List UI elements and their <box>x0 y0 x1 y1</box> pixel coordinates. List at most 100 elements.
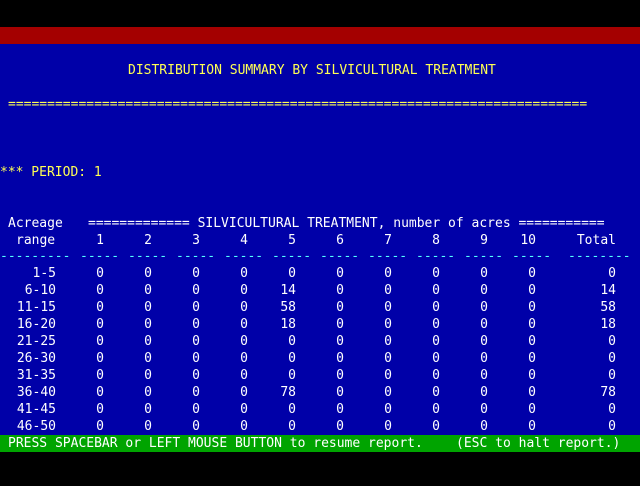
acres-value-cell: 0 <box>528 351 536 366</box>
acres-value-cell: 0 <box>480 385 488 400</box>
top-title-bar <box>0 27 640 44</box>
column-dashes: ----- <box>272 249 312 264</box>
acreage-range-cell: 21-25 <box>16 334 56 349</box>
column-header-2: 2 <box>144 233 152 248</box>
acres-value-cell: 0 <box>240 283 248 298</box>
acres-value-cell: 0 <box>192 419 200 434</box>
acres-value-cell: 0 <box>384 368 392 383</box>
acres-value-cell: 0 <box>144 283 152 298</box>
acreage-range-cell: 46-50 <box>16 419 56 434</box>
column-dashes: ----- <box>128 249 168 264</box>
acres-value-cell: 0 <box>608 402 616 417</box>
acres-value-cell: 0 <box>384 283 392 298</box>
range-header: range <box>16 233 56 248</box>
acres-value-cell: 0 <box>144 300 152 315</box>
acres-value-cell: 0 <box>432 368 440 383</box>
acres-value-cell: 0 <box>192 402 200 417</box>
treatment-header: ============= SILVICULTURAL TREATMENT, n… <box>88 216 605 231</box>
acreage-range-cell: 16-20 <box>16 317 56 332</box>
acres-value-cell: 0 <box>480 266 488 281</box>
acres-value-cell: 0 <box>96 283 104 298</box>
column-header-6: 6 <box>336 233 344 248</box>
acres-value-cell: 0 <box>480 300 488 315</box>
acres-value-cell: 0 <box>240 402 248 417</box>
range-dashes: --------- <box>0 249 71 264</box>
column-header-1: 1 <box>96 233 104 248</box>
acres-value-cell: 0 <box>432 351 440 366</box>
acres-value-cell: 0 <box>288 334 296 349</box>
acres-value-cell: 0 <box>480 283 488 298</box>
acres-value-cell: 0 <box>192 283 200 298</box>
acres-value-cell: 0 <box>336 419 344 434</box>
acreage-range-cell: 41-45 <box>16 402 56 417</box>
acres-value-cell: 0 <box>432 300 440 315</box>
acreage-range-cell: 31-35 <box>16 368 56 383</box>
status-bar[interactable]: PRESS SPACEBAR or LEFT MOUSE BUTTON to r… <box>0 435 640 452</box>
acres-value-cell: 0 <box>144 385 152 400</box>
acres-value-cell: 0 <box>432 402 440 417</box>
period-label: *** PERIOD: 1 <box>0 165 102 180</box>
acres-value-cell: 0 <box>144 402 152 417</box>
acres-value-cell: 14 <box>280 283 296 298</box>
acres-value-cell: 0 <box>432 385 440 400</box>
acres-value-cell: 0 <box>192 334 200 349</box>
acres-value-cell: 18 <box>280 317 296 332</box>
column-header-8: 8 <box>432 233 440 248</box>
acres-value-cell: 0 <box>528 300 536 315</box>
acres-value-cell: 78 <box>600 385 616 400</box>
acres-value-cell: 0 <box>288 266 296 281</box>
column-dashes: ----- <box>176 249 216 264</box>
acres-value-cell: 0 <box>240 385 248 400</box>
acres-value-cell: 0 <box>608 419 616 434</box>
acres-value-cell: 0 <box>240 368 248 383</box>
acres-value-cell: 0 <box>384 266 392 281</box>
acres-value-cell: 0 <box>240 300 248 315</box>
acres-value-cell: 0 <box>384 419 392 434</box>
acres-value-cell: 0 <box>144 368 152 383</box>
acres-value-cell: 0 <box>96 300 104 315</box>
acres-value-cell: 0 <box>608 334 616 349</box>
acres-value-cell: 0 <box>96 266 104 281</box>
report-title: DISTRIBUTION SUMMARY BY SILVICULTURAL TR… <box>128 63 496 78</box>
column-dashes: ----- <box>512 249 552 264</box>
column-dashes: ----- <box>368 249 408 264</box>
column-dashes: -------- <box>568 249 631 264</box>
acres-value-cell: 0 <box>384 402 392 417</box>
acres-value-cell: 0 <box>336 368 344 383</box>
acreage-range-cell: 6-10 <box>24 283 56 298</box>
acreage-header: Acreage <box>8 216 63 231</box>
acres-value-cell: 0 <box>432 334 440 349</box>
column-header-10: 10 <box>520 233 536 248</box>
acres-value-cell: 0 <box>96 351 104 366</box>
acres-value-cell: 0 <box>336 283 344 298</box>
acreage-range-cell: 1-5 <box>32 266 56 281</box>
acres-value-cell: 0 <box>336 317 344 332</box>
report-screen: DISTRIBUTION SUMMARY BY SILVICULTURAL TR… <box>0 44 640 435</box>
column-dashes: ----- <box>464 249 504 264</box>
column-dashes: ----- <box>224 249 264 264</box>
acres-value-cell: 0 <box>432 266 440 281</box>
acres-value-cell: 0 <box>336 402 344 417</box>
acres-value-cell: 0 <box>480 419 488 434</box>
acres-value-cell: 0 <box>432 283 440 298</box>
acres-value-cell: 58 <box>280 300 296 315</box>
acres-value-cell: 0 <box>192 317 200 332</box>
acres-value-cell: 0 <box>144 334 152 349</box>
acres-value-cell: 0 <box>96 317 104 332</box>
acres-value-cell: 0 <box>528 317 536 332</box>
acres-value-cell: 0 <box>384 300 392 315</box>
column-header-9: 9 <box>480 233 488 248</box>
acres-value-cell: 0 <box>192 266 200 281</box>
acres-value-cell: 0 <box>384 334 392 349</box>
column-header-3: 3 <box>192 233 200 248</box>
acres-value-cell: 0 <box>288 368 296 383</box>
acres-value-cell: 58 <box>600 300 616 315</box>
acres-value-cell: 14 <box>600 283 616 298</box>
acres-value-cell: 0 <box>336 351 344 366</box>
column-header-5: 5 <box>288 233 296 248</box>
acres-value-cell: 0 <box>480 402 488 417</box>
acres-value-cell: 0 <box>528 368 536 383</box>
acres-value-cell: 0 <box>144 351 152 366</box>
resume-prompt: PRESS SPACEBAR or LEFT MOUSE BUTTON to r… <box>8 436 423 451</box>
acres-value-cell: 0 <box>528 266 536 281</box>
